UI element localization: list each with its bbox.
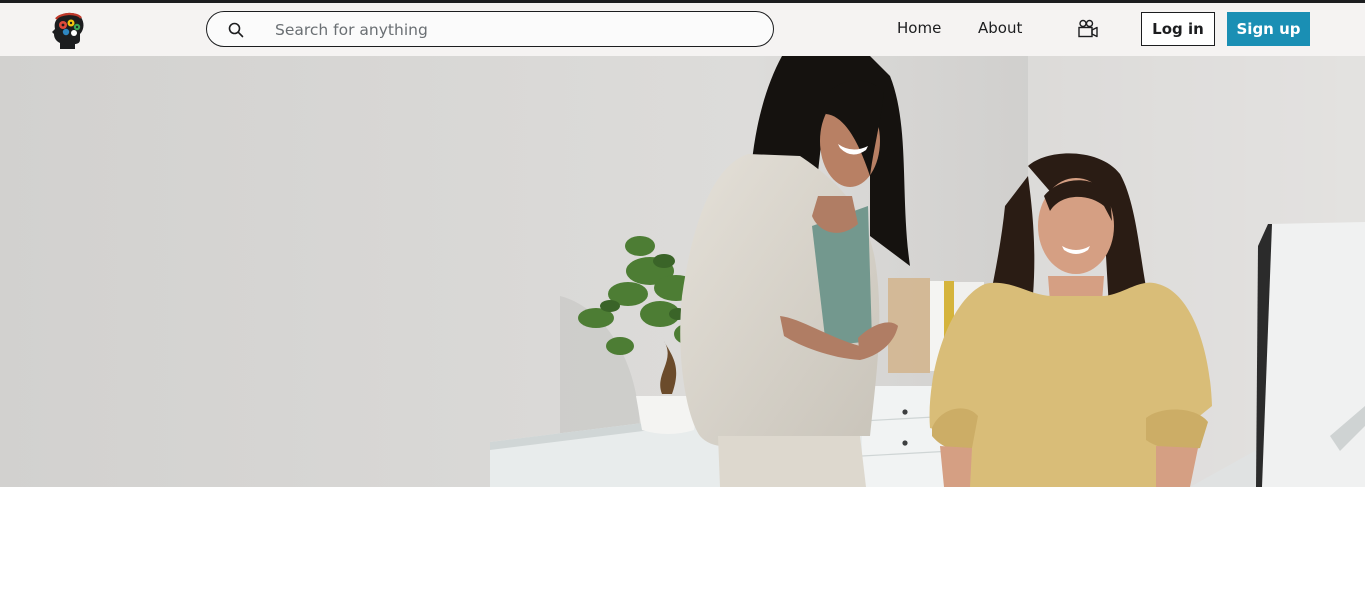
hero-office-photo (0, 56, 1365, 487)
navbar: Home About Log in Sign up (0, 3, 1365, 56)
search-input[interactable] (273, 18, 757, 42)
login-button[interactable]: Log in (1141, 12, 1215, 46)
nav-home-link[interactable]: Home (897, 19, 941, 37)
search-bar[interactable] (206, 11, 774, 47)
video-camera-icon[interactable] (1077, 19, 1099, 39)
search-icon[interactable] (227, 21, 245, 39)
head-gears-logo-icon[interactable] (50, 10, 86, 50)
signup-button[interactable]: Sign up (1227, 12, 1310, 46)
nav-about-link[interactable]: About (978, 19, 1022, 37)
